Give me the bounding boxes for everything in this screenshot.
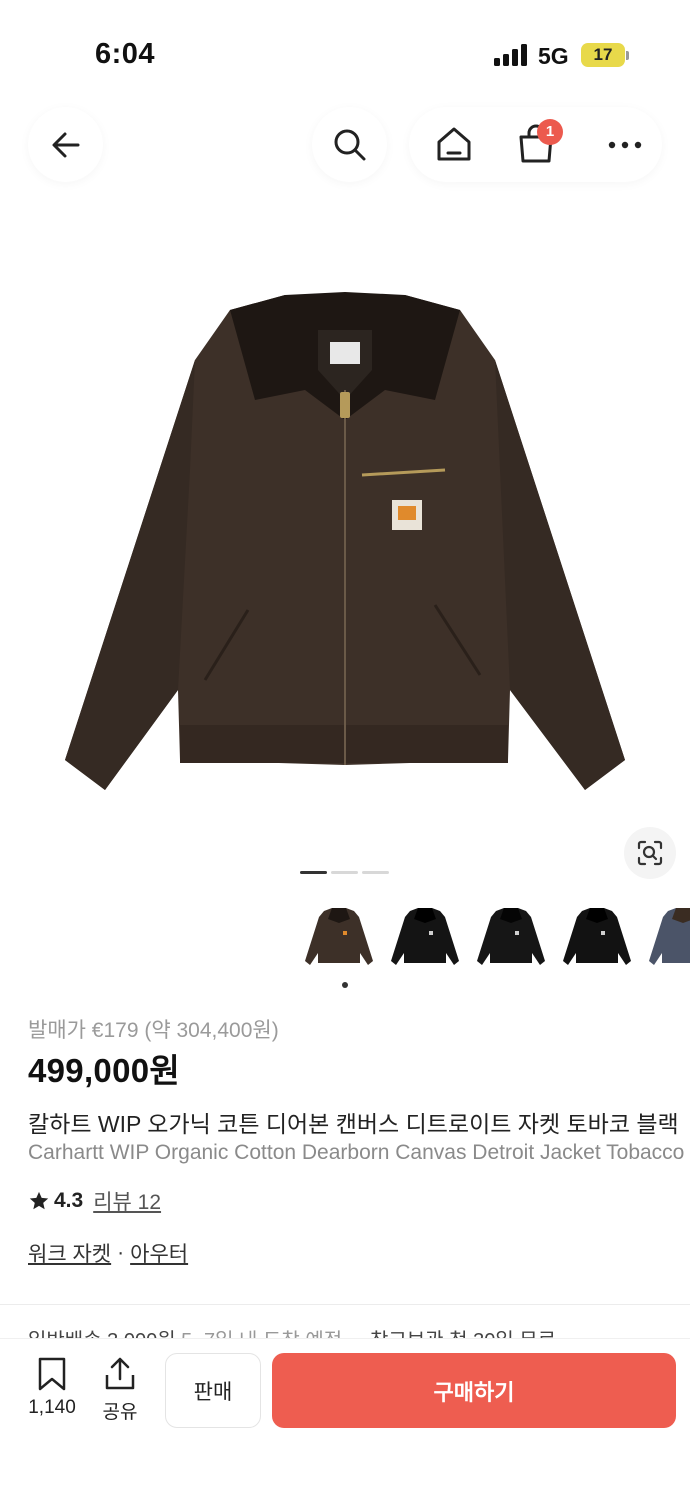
product-title-ko: 칼하트 WIP 오가닉 코튼 디어본 캔버스 디트로이트 자켓 토바코 블랙: [28, 1111, 679, 1137]
category-row: 워크 자켓 · 아우터: [28, 1238, 188, 1268]
share-icon: [105, 1357, 135, 1390]
thumbnail-tobacco[interactable]: [303, 898, 375, 974]
thumbnail-blue[interactable]: [647, 898, 690, 974]
product-title-en: Carhartt WIP Organic Cotton Dearborn Can…: [28, 1141, 690, 1164]
status-bar: 6:04 5G 17: [0, 0, 690, 100]
category-separator: ·: [117, 1241, 125, 1264]
battery-tip: [626, 51, 629, 60]
lens-icon: [637, 840, 663, 866]
pager-dot-active: [300, 871, 327, 874]
color-thumbnails: [303, 898, 690, 974]
bookmark-icon: [38, 1357, 66, 1391]
cart-badge: 1: [537, 119, 563, 145]
selected-thumbnail-dot: [342, 982, 348, 988]
share-label: 공유: [102, 1402, 138, 1423]
product-image[interactable]: [40, 270, 650, 830]
status-time: 6:04: [95, 38, 156, 70]
network-type: 5G: [538, 43, 569, 69]
home-icon[interactable]: [435, 125, 473, 163]
sell-button[interactable]: 판매: [165, 1353, 261, 1428]
star-icon: [29, 1191, 49, 1210]
share-button[interactable]: 공유: [96, 1357, 144, 1424]
release-price: 발매가 €179 (약 304,400원): [28, 1019, 279, 1042]
rating-value: 4.3: [54, 1189, 84, 1212]
lens-search-button[interactable]: [624, 827, 676, 879]
thumbnail-black[interactable]: [561, 898, 633, 974]
review-link[interactable]: 리뷰 12: [93, 1186, 161, 1216]
divider: [0, 1304, 690, 1305]
search-button[interactable]: [312, 107, 387, 182]
search-icon: [334, 129, 365, 160]
category-outer[interactable]: 아우터: [130, 1238, 188, 1268]
back-arrow-icon: [52, 132, 79, 157]
category-work-jacket[interactable]: 워크 자켓: [28, 1238, 111, 1268]
image-pager: [300, 871, 389, 874]
signal-icon: [494, 44, 527, 66]
battery-icon: 17: [581, 43, 625, 67]
thumbnail-black[interactable]: [475, 898, 547, 974]
product-price: 499,000원: [28, 1052, 181, 1089]
nav-actions: 1: [409, 107, 662, 182]
more-icon[interactable]: [607, 140, 643, 150]
pager-dot: [331, 871, 358, 874]
rating-row: 4.3 리뷰 12: [28, 1186, 161, 1216]
pager-dot: [362, 871, 389, 874]
back-button[interactable]: [28, 107, 103, 182]
thumbnail-black[interactable]: [389, 898, 461, 974]
save-button[interactable]: 1,140: [24, 1357, 80, 1419]
buy-button[interactable]: 구매하기: [272, 1353, 676, 1428]
save-count: 1,140: [28, 1397, 76, 1418]
bottom-action-bar: 1,140 공유 판매 구매하기: [0, 1338, 690, 1500]
